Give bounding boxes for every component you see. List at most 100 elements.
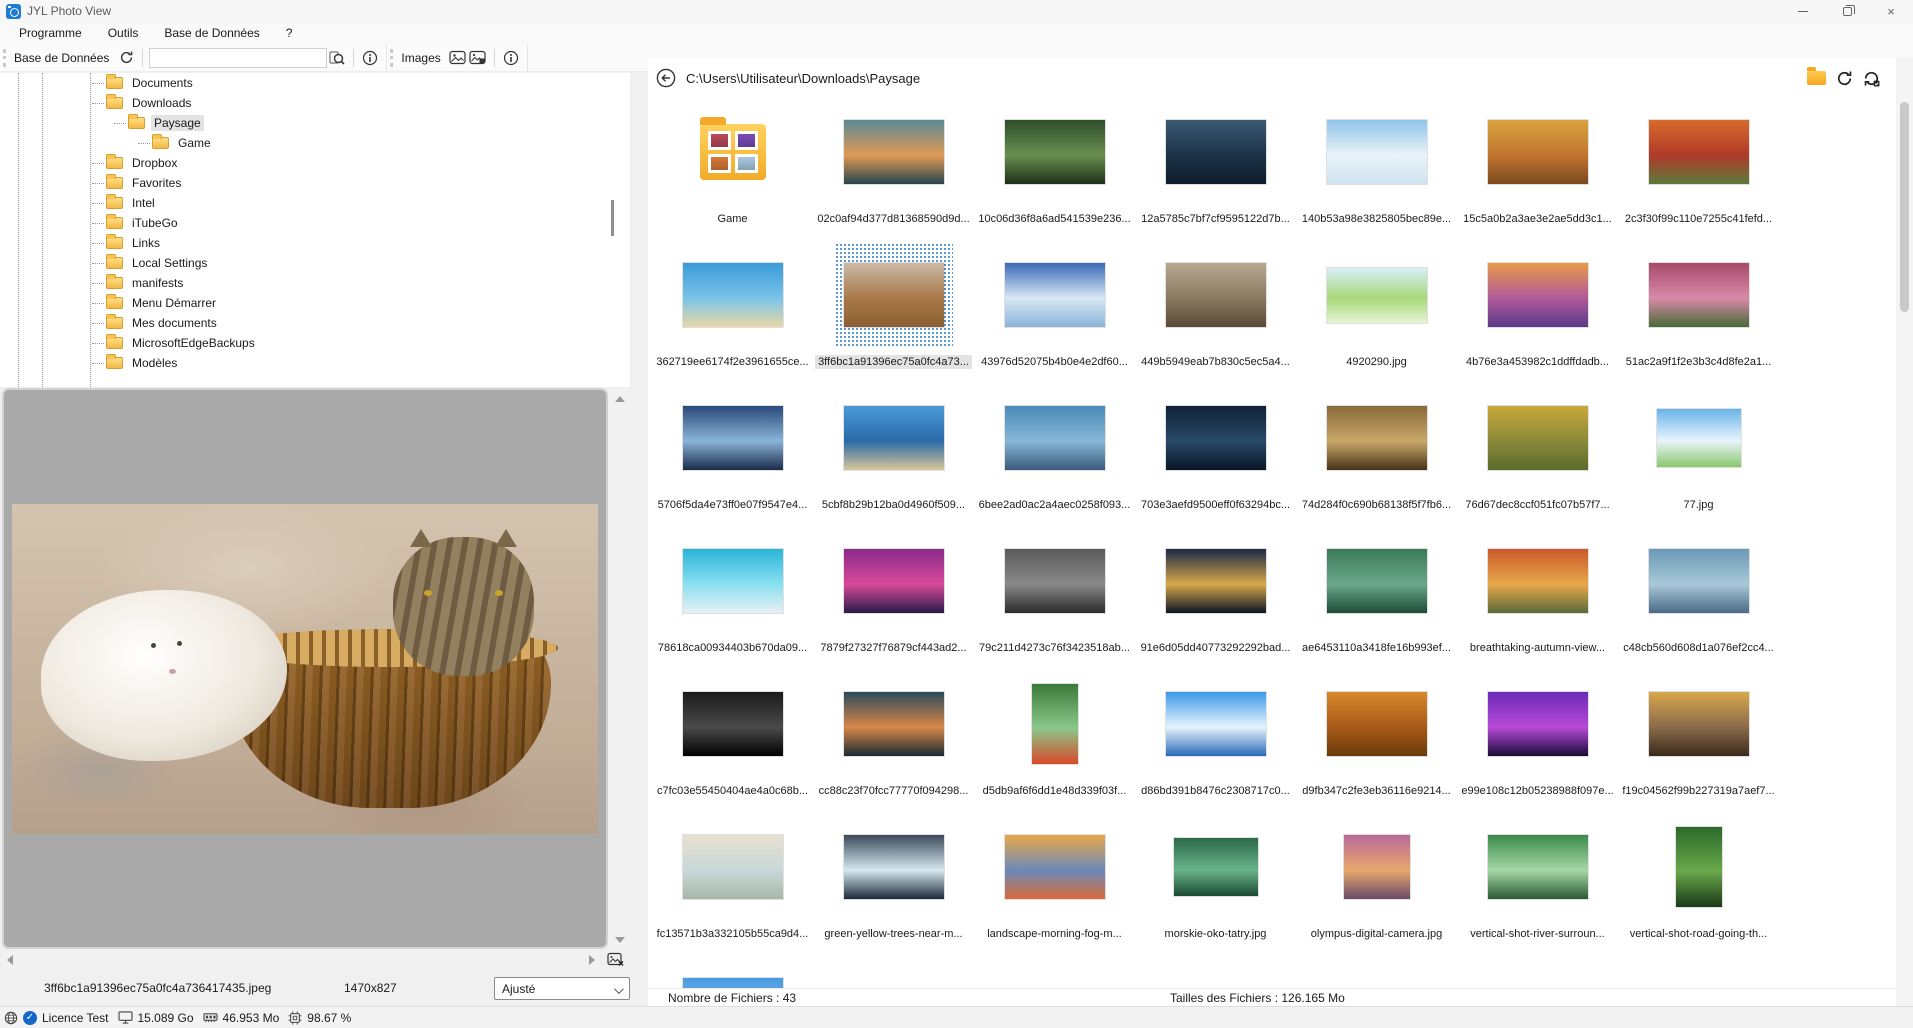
tree-item-mes-documents[interactable]: Mes documents (0, 313, 630, 333)
file-cell[interactable]: 78618ca00934403b670da09... (652, 529, 813, 672)
preview-horizontal-scrollbar[interactable] (2, 952, 600, 968)
thumbnail-zone (652, 243, 813, 347)
file-cell[interactable]: 12a5785c7bf7cf9595122d7b... (1135, 100, 1296, 243)
file-cell[interactable]: 3ff6bc1a91396ec75a0fc4a73... (813, 243, 974, 386)
image-thumbnail (844, 692, 944, 756)
tree-item-documents[interactable]: Documents (0, 73, 630, 93)
file-cell[interactable]: 43976d52075b4b0e4e2df60... (974, 243, 1135, 386)
minimize-button[interactable] (1781, 0, 1825, 22)
file-cell[interactable]: 79c211d4273c76f3423518ab... (974, 529, 1135, 672)
file-cell[interactable]: morskie-oko-tatry.jpg (1135, 815, 1296, 958)
image-thumbnail (1657, 409, 1741, 467)
tree-item-links[interactable]: Links (0, 233, 630, 253)
file-cell[interactable]: 4b76e3a453982c1ddffdadb... (1457, 243, 1618, 386)
file-cell[interactable]: d5db9af6f6dd1e48d339f03f... (974, 672, 1135, 815)
file-cell[interactable]: fc13571b3a332105b55ca9d4... (652, 815, 813, 958)
file-cell[interactable]: d86bd391b8476c2308717c0... (1135, 672, 1296, 815)
tree-item-menu-d-marrer[interactable]: Menu Démarrer (0, 293, 630, 313)
file-cell[interactable]: d9fb347c2fe3eb36116e9214... (1296, 672, 1457, 815)
back-button[interactable] (656, 68, 676, 88)
file-cell[interactable]: 10c06d36f8a6ad541539e236... (974, 100, 1135, 243)
tree-item-dropbox[interactable]: Dropbox (0, 153, 630, 173)
file-cell[interactable]: c48cb560d608d1a076ef2cc4... (1618, 529, 1779, 672)
file-cell[interactable]: vertical-shot-road-going-th... (1618, 815, 1779, 958)
browser-scrollbar-thumb[interactable] (1900, 102, 1909, 312)
scroll-down-arrow[interactable] (615, 937, 625, 943)
preview-vertical-scrollbar[interactable] (610, 390, 630, 949)
file-cell[interactable]: e99e108c12b05238988f097e... (1457, 672, 1618, 815)
tree-item-itubego[interactable]: iTubeGo (0, 213, 630, 233)
scroll-right-arrow[interactable] (589, 955, 595, 965)
database-search-input[interactable] (149, 48, 327, 68)
file-cell[interactable]: f19c04562f99b227319a7aef7... (1618, 672, 1779, 815)
file-cell[interactable]: 140b53a98e3825805bec89e... (1296, 100, 1457, 243)
thumbnail-zone (1296, 386, 1457, 490)
file-cell[interactable]: 449b5949eab7b830c5ec5a4... (1135, 243, 1296, 386)
tree-connector (92, 83, 104, 84)
file-cell[interactable]: 362719ee6174f2e3961655ce... (652, 243, 813, 386)
tree-item-microsoftedgebackups[interactable]: MicrosoftEdgeBackups (0, 333, 630, 353)
menu-base-de-donnees[interactable]: Base de Données (153, 24, 270, 42)
file-cell[interactable]: olympus-digital-camera.jpg (1296, 815, 1457, 958)
close-preview-button[interactable] (604, 950, 626, 969)
tree-item-paysage[interactable]: Paysage (0, 113, 630, 133)
refresh-button[interactable] (1836, 70, 1853, 87)
file-cell[interactable]: 5cbf8b29b12ba0d4960f509... (813, 386, 974, 529)
file-cell[interactable]: c7fc03e55450404ae4a0c68b... (652, 672, 813, 815)
file-name: 51ac2a9f1f2e3b3c4d8fe2a1... (1623, 355, 1775, 369)
tree-item-favorites[interactable]: Favorites (0, 173, 630, 193)
refresh-database-button[interactable] (1863, 70, 1880, 87)
file-cell[interactable]: 91e6d05dd40773292292bad... (1135, 529, 1296, 672)
database-info-button[interactable] (360, 48, 380, 68)
file-cell[interactable]: cc88c23f70fcc77770f094298... (813, 672, 974, 815)
thumbnail-zone (1296, 243, 1457, 347)
menu-help[interactable]: ? (275, 24, 304, 42)
menu-programme[interactable]: Programme (8, 24, 93, 42)
browser-vertical-scrollbar[interactable] (1896, 58, 1913, 1006)
tree-item-game[interactable]: Game (0, 133, 630, 153)
preview-photo-cats-in-basket[interactable] (12, 504, 598, 834)
file-cell[interactable]: 76d67dec8ccf051fc07b57f7... (1457, 386, 1618, 529)
file-cell[interactable]: ae6453110a3418fe16b993ef... (1296, 529, 1457, 672)
tree-item-mod-les[interactable]: Modèles (0, 353, 630, 373)
browser-status-bar: Nombre de Fichiers : 43 Tailles des Fich… (648, 988, 1896, 1006)
file-cell[interactable] (652, 958, 813, 988)
tree-scrollbar[interactable] (611, 200, 614, 236)
file-cell[interactable]: 4920290.jpg (1296, 243, 1457, 386)
database-refresh-button[interactable] (116, 48, 136, 68)
tree-item-manifests[interactable]: manifests (0, 273, 630, 293)
file-cell[interactable]: 15c5a0b2a3ae3e2ae5dd3c1... (1457, 100, 1618, 243)
image-multiple-button[interactable] (468, 48, 488, 68)
image-single-button[interactable] (448, 48, 468, 68)
toolbar-grip[interactable] (390, 49, 395, 67)
file-cell[interactable]: landscape-morning-fog-m... (974, 815, 1135, 958)
cpu-icon (288, 1011, 302, 1025)
tree-item-local-settings[interactable]: Local Settings (0, 253, 630, 273)
tree-item-intel[interactable]: Intel (0, 193, 630, 213)
search-icon[interactable] (327, 48, 347, 68)
file-cell[interactable]: 703e3aefd9500eff0f63294bc... (1135, 386, 1296, 529)
file-cell[interactable]: 51ac2a9f1f2e3b3c4d8fe2a1... (1618, 243, 1779, 386)
menu-outils[interactable]: Outils (97, 24, 150, 42)
thumbnail-zone (1296, 815, 1457, 919)
file-cell[interactable]: breathtaking-autumn-view... (1457, 529, 1618, 672)
close-button[interactable]: × (1869, 0, 1913, 22)
file-cell[interactable]: vertical-shot-river-surroun... (1457, 815, 1618, 958)
file-cell[interactable]: 02c0af94d377d81368590d9d... (813, 100, 974, 243)
file-cell[interactable]: 7879f27327f76879cf443ad2... (813, 529, 974, 672)
tree-item-downloads[interactable]: Downloads (0, 93, 630, 113)
folder-cell-game[interactable]: Game (652, 100, 813, 243)
file-cell[interactable]: 6bee2ad0ac2a4aec0258f093... (974, 386, 1135, 529)
scroll-up-arrow[interactable] (615, 396, 625, 402)
file-cell[interactable]: 77.jpg (1618, 386, 1779, 529)
file-cell[interactable]: 5706f5da4e73ff0e07f9547e4... (652, 386, 813, 529)
toolbar-grip[interactable] (3, 49, 8, 67)
images-info-button[interactable] (501, 48, 521, 68)
maximize-button[interactable] (1825, 0, 1869, 22)
zoom-mode-select[interactable]: Ajusté (494, 977, 630, 1000)
file-cell[interactable]: 2c3f30f99c110e7255c41fefd... (1618, 100, 1779, 243)
scroll-left-arrow[interactable] (7, 955, 13, 965)
file-cell[interactable]: green-yellow-trees-near-m... (813, 815, 974, 958)
open-folder-button[interactable] (1807, 71, 1826, 85)
file-cell[interactable]: 74d284f0c690b68138f5f7fb6... (1296, 386, 1457, 529)
